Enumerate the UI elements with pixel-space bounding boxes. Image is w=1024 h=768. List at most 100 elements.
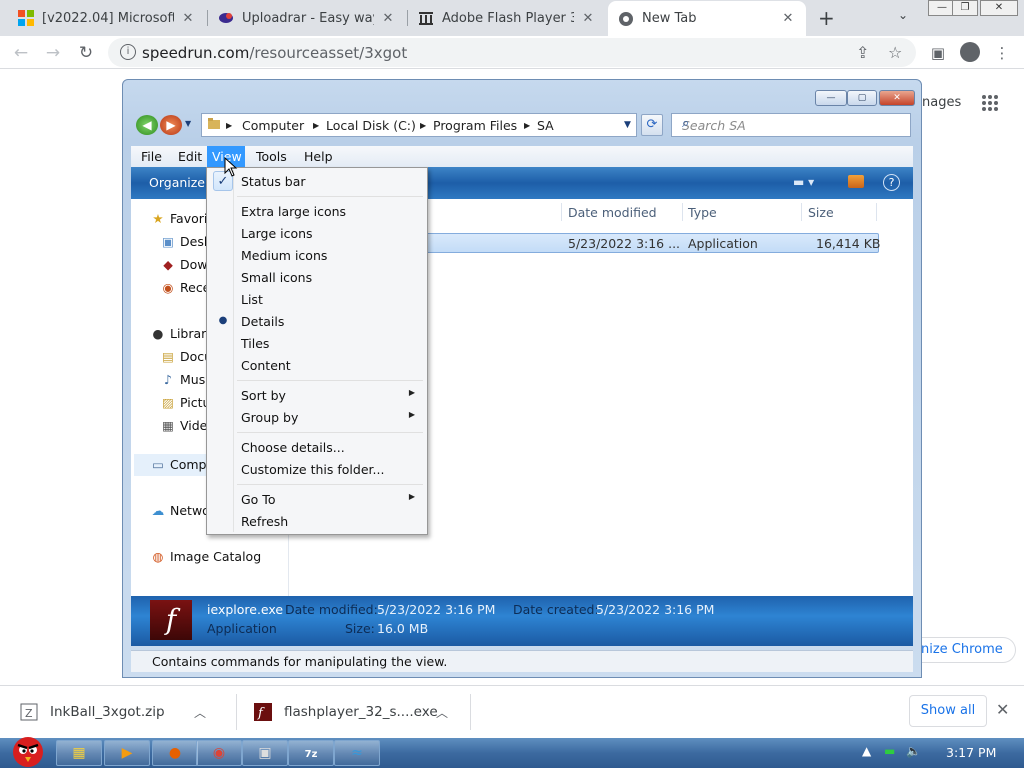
menu-item-tiles[interactable]: Tiles (209, 332, 425, 354)
menu-help[interactable]: Help (299, 146, 338, 167)
bookmark-star-icon[interactable]: ☆ (888, 43, 902, 62)
close-icon[interactable]: ✕ (380, 11, 396, 26)
images-link[interactable]: nages (922, 95, 961, 110)
customize-chrome-button[interactable]: nize Chrome (916, 637, 1016, 663)
address-dropdown-icon[interactable]: ▼ (624, 120, 631, 130)
breadcrumb-sa[interactable]: SA (537, 118, 554, 133)
profile-avatar-icon[interactable] (960, 42, 980, 62)
taskbar-media-player[interactable]: ▶ (104, 740, 150, 766)
tab-new-tab[interactable]: New Tab ✕ (608, 1, 806, 36)
show-all-button[interactable]: Show all (909, 695, 987, 727)
explorer-minimize-button[interactable]: — (815, 90, 847, 106)
tab-uploadrar[interactable]: Uploadrar - Easy way to ✕ (208, 0, 406, 36)
menu-item-large-icons[interactable]: Large icons (209, 222, 425, 244)
menu-file[interactable]: File (136, 146, 167, 167)
nav-videos[interactable]: ▦ Vide (160, 418, 207, 433)
nav-libraries[interactable]: ● Librar (150, 326, 207, 341)
chevron-up-icon[interactable]: ︿ (194, 704, 206, 721)
tab-microsoft[interactable]: [v2022.04] Microsoft .N ✕ (8, 0, 206, 36)
share-icon[interactable]: ⇪ (856, 43, 869, 62)
column-size[interactable]: Size (808, 205, 834, 220)
taskbar-firefox[interactable]: ● (152, 740, 198, 766)
close-icon[interactable]: ✕ (996, 700, 1009, 719)
nav-computer[interactable]: ▭ Comp (150, 457, 206, 472)
angry-bird-start-icon[interactable] (4, 730, 50, 768)
menu-item-list[interactable]: List (209, 288, 425, 310)
close-window-button[interactable]: ✕ (980, 0, 1018, 16)
explorer-search-input[interactable]: Search SA ⌕ (671, 113, 911, 137)
menu-item-content[interactable]: Content (209, 354, 425, 376)
menu-item-choose-details[interactable]: Choose details... (209, 436, 425, 458)
taskbar-clock[interactable]: 3:17 PM (946, 745, 996, 760)
menu-item-group-by[interactable]: Group by ▶ (209, 406, 425, 428)
close-icon[interactable]: ✕ (180, 11, 196, 26)
taskbar-app[interactable]: ▣ (242, 740, 288, 766)
close-icon[interactable]: ✕ (580, 11, 596, 26)
nav-music[interactable]: ♪ Musi (160, 372, 209, 387)
organize-button[interactable]: Organize (149, 175, 205, 190)
menu-item-medium-icons[interactable]: Medium icons (209, 244, 425, 266)
side-panel-icon[interactable]: ▣ (926, 41, 950, 65)
nav-network[interactable]: ☁ Netwo (150, 503, 210, 518)
menu-item-sort-by[interactable]: Sort by ▶ (209, 384, 425, 406)
show-hidden-icons-icon[interactable]: ▲ (862, 744, 871, 758)
chevron-up-icon[interactable]: ︿ (436, 704, 448, 721)
breadcrumb-arrow-icon[interactable]: ▶ (313, 121, 319, 130)
explorer-forward-icon[interactable]: ▶ (160, 115, 182, 135)
forward-arrow-icon[interactable]: → (41, 41, 65, 65)
reload-icon[interactable]: ↻ (74, 41, 98, 65)
menu-edit[interactable]: Edit (173, 146, 207, 167)
recent-pages-dropdown-icon[interactable]: ▼ (185, 119, 191, 128)
new-tab-button[interactable]: + (818, 6, 835, 30)
column-date-modified[interactable]: Date modified (568, 205, 657, 220)
volume-icon[interactable]: 🔈 (906, 744, 921, 758)
nav-documents[interactable]: ▤ Docu (160, 349, 212, 364)
address-bar[interactable]: i speedrun.com/resourceasset/3xgot ⇪ ☆ (108, 38, 916, 67)
help-icon[interactable]: ? (883, 174, 900, 191)
menu-item-go-to[interactable]: Go To ▶ (209, 488, 425, 510)
preview-pane-icon[interactable] (848, 175, 864, 188)
column-type[interactable]: Type (688, 205, 717, 220)
nav-image-catalog[interactable]: ◍ Image Catalog (150, 549, 262, 564)
breadcrumb-program-files[interactable]: Program Files (433, 118, 517, 133)
taskbar-chrome[interactable]: ◉ (196, 740, 242, 766)
restore-window-button[interactable]: ❐ (952, 0, 978, 16)
menu-tools[interactable]: Tools (251, 146, 292, 167)
menu-item-customize-folder[interactable]: Customize this folder... (209, 458, 425, 480)
site-info-icon[interactable]: i (120, 44, 136, 60)
taskbar-inkball[interactable]: ≈ (334, 740, 380, 766)
breadcrumb-arrow-icon[interactable]: ▶ (420, 121, 426, 130)
network-status-icon[interactable]: ▬ (884, 744, 895, 758)
tab-adobe-flash[interactable]: Adobe Flash Player 32 ✕ (408, 0, 606, 36)
explorer-maximize-button[interactable]: ▢ (847, 90, 877, 106)
taskbar-explorer[interactable]: ▦ (56, 740, 102, 766)
close-icon[interactable]: ✕ (780, 11, 796, 26)
file-row[interactable]: 5/23/2022 3:16 ... Application 16,414 KB (425, 233, 880, 253)
explorer-close-button[interactable]: ✕ (879, 90, 915, 106)
explorer-back-icon[interactable]: ◀ (136, 115, 158, 135)
taskbar-7zip[interactable]: 7z (288, 740, 334, 766)
menu-item-small-icons[interactable]: Small icons (209, 266, 425, 288)
menu-item-details[interactable]: ● Details (209, 310, 425, 332)
search-icon[interactable]: ⌕ (682, 116, 904, 131)
breadcrumb-local-disk[interactable]: Local Disk (C:) (326, 118, 416, 133)
nav-recent[interactable]: ◉ Rece (160, 280, 211, 295)
explorer-refresh-icon[interactable]: ⟳ (641, 114, 663, 136)
explorer-address-bar[interactable]: ▶ Computer ▶ Local Disk (C:) ▶ Program F… (201, 113, 637, 137)
back-arrow-icon[interactable]: ← (9, 41, 33, 65)
download-item-flashplayer[interactable]: f flashplayer_32_s....exe ︿ (254, 686, 448, 738)
breadcrumb-arrow-icon[interactable]: ▶ (524, 121, 530, 130)
tab-search-icon[interactable]: ⌄ (898, 8, 908, 22)
breadcrumb-arrow-icon[interactable]: ▶ (226, 121, 232, 130)
change-view-icon[interactable]: ▬ ▾ (793, 175, 814, 189)
menu-dots-icon[interactable]: ⋮ (990, 41, 1014, 65)
menu-item-extra-large-icons[interactable]: Extra large icons (209, 200, 425, 222)
nav-favorites[interactable]: ★ Favori (150, 211, 207, 226)
nav-pictures[interactable]: ▨ Pictu (160, 395, 210, 410)
menu-item-refresh[interactable]: Refresh (209, 510, 425, 532)
menu-item-status-bar[interactable]: ✓ Status bar (209, 170, 425, 192)
nav-desktop[interactable]: ▣ Desk (160, 234, 211, 249)
apps-grid-icon[interactable] (981, 94, 999, 112)
nav-downloads[interactable]: ◆ Dow (160, 257, 207, 272)
breadcrumb-computer[interactable]: Computer (242, 118, 304, 133)
